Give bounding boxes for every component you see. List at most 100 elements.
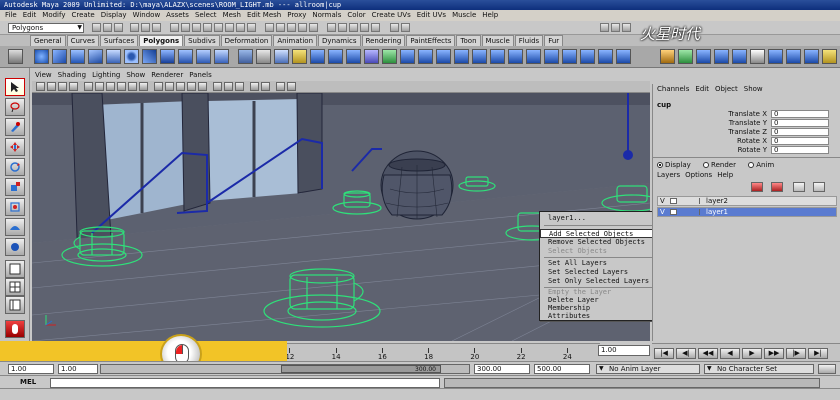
menu-create[interactable]: Create [68,10,97,21]
camera-attributes-icon[interactable] [47,82,56,91]
mask-rendering-icon[interactable] [236,23,245,32]
poly-helix-icon[interactable] [196,49,211,64]
separate-icon[interactable] [256,49,271,64]
layer-template-toggle[interactable] [670,198,677,204]
new-scene-icon[interactable] [92,23,101,32]
textured-icon[interactable] [250,82,259,91]
render-settings-icon[interactable] [371,23,380,32]
menu-window[interactable]: Window [130,10,164,21]
anim-layer-select[interactable]: ▼ No Anim Layer [596,364,700,374]
le-menu-options[interactable]: Options [685,171,712,179]
mask-surfaces-icon[interactable] [203,23,212,32]
mask-deformers-icon[interactable] [214,23,223,32]
selected-object-name[interactable]: cup [657,101,671,109]
make-live-icon[interactable] [309,23,318,32]
split-polygon-icon[interactable] [472,49,487,64]
shelf-tab-animation[interactable]: Animation [273,35,318,46]
create-layer-from-selected-icon[interactable] [813,182,825,192]
menu-file[interactable]: File [2,10,20,21]
wireframe-icon[interactable] [154,82,163,91]
safe-action-icon[interactable] [139,82,148,91]
shelf-tab-curves[interactable]: Curves [66,35,99,46]
mask-curves-icon[interactable] [192,23,201,32]
menu-select[interactable]: Select [192,10,220,21]
menu-modify[interactable]: Modify [39,10,68,21]
character-set-select[interactable]: ▼ No Character Set [704,364,814,374]
layer-color-swatch[interactable] [680,209,700,215]
shelf-tab-painteffects[interactable]: PaintEffects [406,35,456,46]
shelf-tab-surfaces[interactable]: Surfaces [99,35,139,46]
shelf-tab-muscle[interactable]: Muscle [481,35,514,46]
select-tool[interactable] [5,78,25,96]
command-input[interactable] [50,378,440,388]
menu-edit-uvs[interactable]: Edit UVs [414,10,449,21]
menu-proxy[interactable]: Proxy [284,10,309,21]
select-object-icon[interactable] [141,23,150,32]
poly-cube-icon[interactable] [52,49,67,64]
poly-cone-icon[interactable] [88,49,103,64]
move-layer-down-icon[interactable] [771,182,783,192]
radio-display[interactable]: Display [657,160,691,170]
move-tool[interactable] [5,138,25,156]
radio-render[interactable]: Render [703,160,736,170]
mouse-record-tool[interactable] [5,320,25,338]
end-time-field[interactable]: 500.00 [534,364,590,374]
use-all-lights-icon[interactable] [224,82,233,91]
boolean-union-icon[interactable] [310,49,325,64]
layer-template-toggle[interactable] [670,209,677,215]
poly-pyramid-icon[interactable] [160,49,175,64]
sew-uv-icon[interactable] [768,49,783,64]
combine-icon[interactable] [238,49,253,64]
menu-color[interactable]: Color [344,10,368,21]
automatic-mapping-icon[interactable] [732,49,747,64]
grid-icon[interactable] [84,82,93,91]
unfold-uv-icon[interactable] [804,49,819,64]
toggle-channel-box-icon[interactable] [622,23,631,32]
panel-menu-show[interactable]: Show [123,70,148,81]
go-to-end-button[interactable]: ▶| [808,348,828,359]
toggle-attribute-editor-icon[interactable] [600,23,609,32]
panel-menu-view[interactable]: View [32,70,55,81]
select-hierarchy-icon[interactable] [130,23,139,32]
soft-modification-tool[interactable] [5,218,25,236]
input-line-icon[interactable] [401,23,410,32]
open-scene-icon[interactable] [103,23,112,32]
menu-set-select[interactable]: Polygons ▼ [8,23,84,33]
menu-edit[interactable]: Edit [20,10,40,21]
wedge-icon[interactable] [580,49,595,64]
play-backwards-button[interactable]: ◀ [720,348,740,359]
poly-soccer-ball-icon[interactable] [214,49,229,64]
layer-row-layer2[interactable]: V layer2 [657,196,837,206]
mask-misc-icon[interactable] [247,23,256,32]
menu-mesh[interactable]: Mesh [220,10,244,21]
cb-menu-channels[interactable]: Channels [657,85,689,93]
playback-end-field[interactable]: 300.00 [474,364,530,374]
snap-point-icon[interactable] [287,23,296,32]
cb-menu-show[interactable]: Show [744,85,763,93]
current-frame-field[interactable]: 1.00 [598,345,650,356]
channel-value-field[interactable]: 0 [771,146,829,154]
use-selected-lights-icon[interactable] [235,82,244,91]
channel-label[interactable]: Translate Y [729,119,767,127]
fill-hole-icon[interactable] [382,49,397,64]
input-field-icon[interactable] [390,23,399,32]
rotate-tool[interactable] [5,158,25,176]
universal-manipulator-tool[interactable] [5,198,25,216]
bridge-icon[interactable] [436,49,451,64]
shelf-tab-toon[interactable]: Toon [456,35,481,46]
cb-menu-edit[interactable]: Edit [695,85,709,93]
insert-edge-loop-icon[interactable] [490,49,505,64]
layer-visibility-toggle[interactable]: V [660,197,668,205]
cylindrical-mapping-icon[interactable] [696,49,711,64]
cut-uv-icon[interactable] [786,49,801,64]
planar-mapping-icon[interactable] [678,49,693,64]
checker-texture-icon[interactable] [750,49,765,64]
menu-assets[interactable]: Assets [163,10,192,21]
panel-menu-shading[interactable]: Shading [55,70,89,81]
chamfer-icon[interactable] [598,49,613,64]
show-manipulator-tool[interactable] [5,238,25,256]
menu-muscle[interactable]: Muscle [449,10,479,21]
poke-icon[interactable] [616,49,631,64]
shelf-tab-fur[interactable]: Fur [544,35,564,46]
range-slider-handle[interactable]: 300.00 [281,365,441,373]
